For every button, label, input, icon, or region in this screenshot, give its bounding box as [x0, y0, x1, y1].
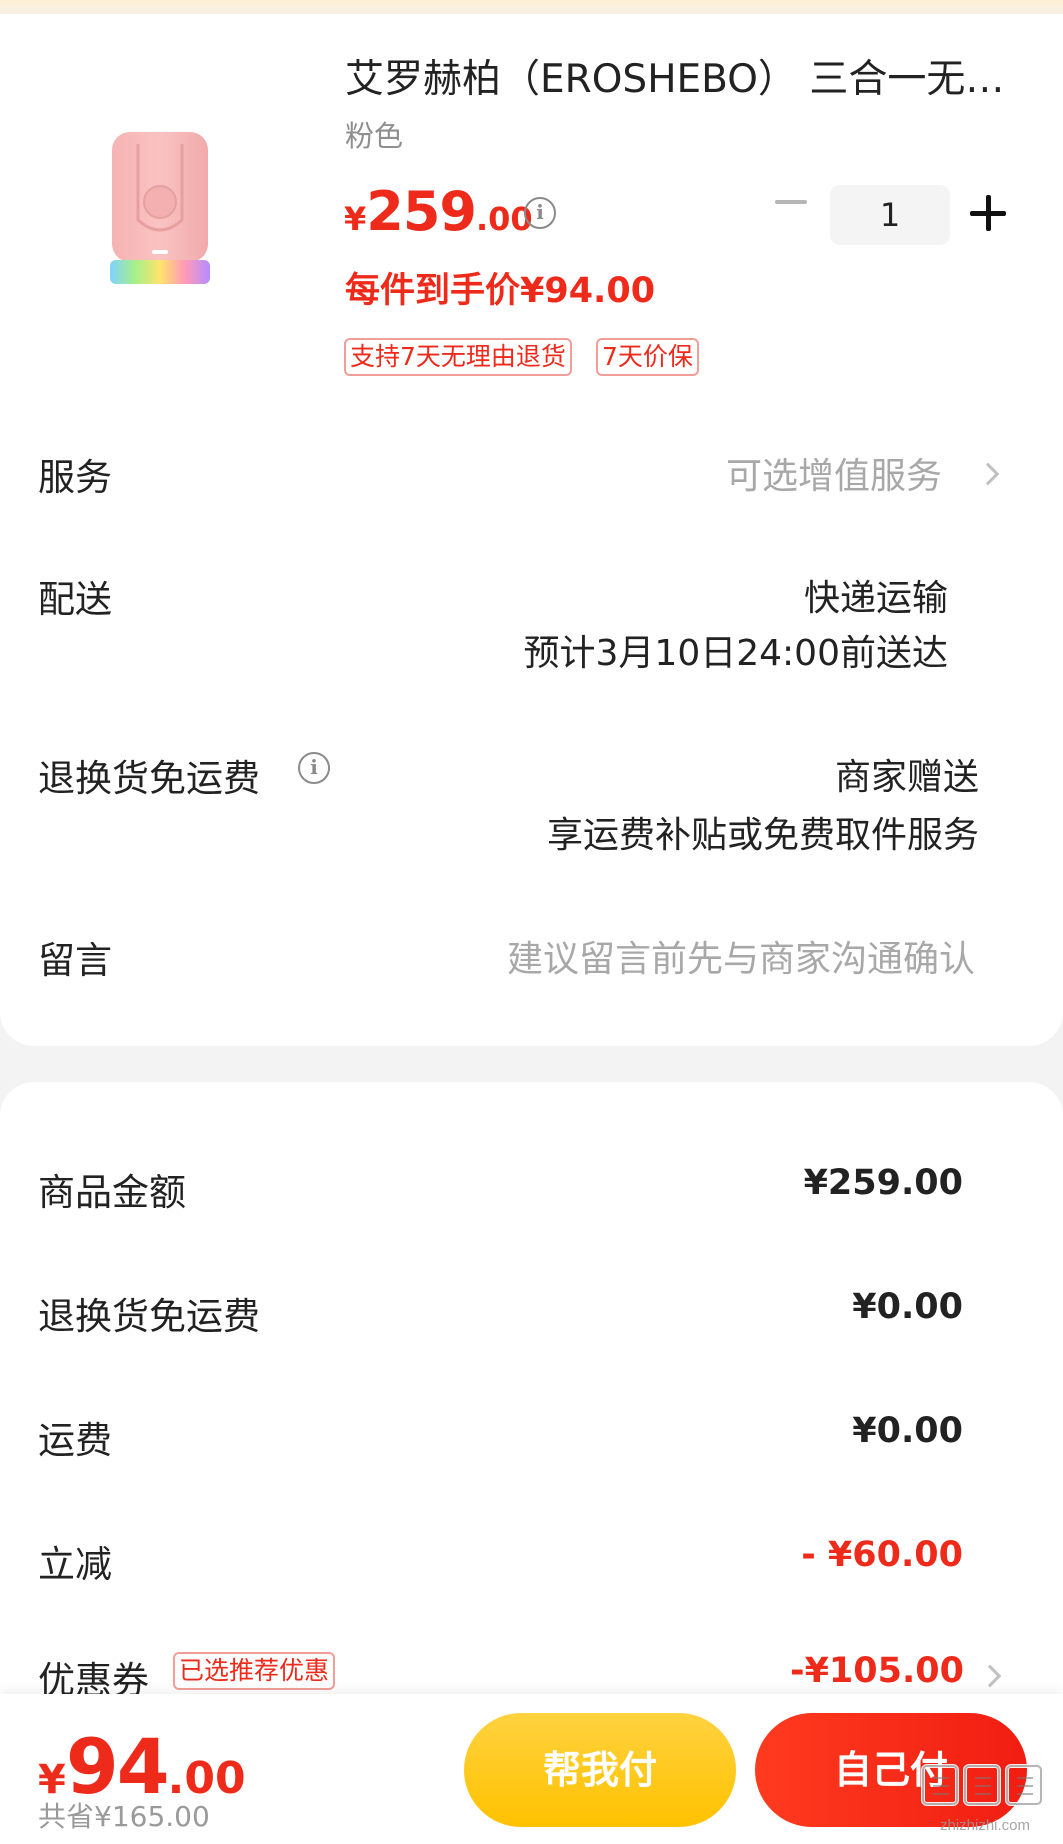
decrease-quantity-button[interactable] [775, 200, 807, 204]
product-image[interactable] [80, 110, 240, 310]
shipping-label: 运费 [38, 1419, 112, 1462]
instant-discount-value: - ¥60.00 [801, 1535, 963, 1575]
quantity-input[interactable]: 1 [830, 185, 950, 245]
return-fee-label: 退换货免运费 [38, 1295, 260, 1338]
delivery-eta: 预计3月10日24:00前送达 [523, 633, 948, 674]
coupon-value[interactable]: -¥105.00 [790, 1651, 964, 1691]
product-title[interactable]: 艾罗赫柏（EROSHEBO） 三合一无… [345, 52, 1005, 108]
delivery-method: 快递运输 [803, 578, 948, 619]
product-variant: 粉色 [345, 119, 404, 153]
goods-amount-label: 商品金额 [38, 1171, 186, 1214]
price-integer: 259 [366, 180, 477, 243]
price-info-icon[interactable]: i [524, 197, 556, 229]
top-gradient-strip [0, 0, 1063, 14]
delivery-label: 配送 [38, 578, 112, 621]
zhizhizhi-watermark-logo: zhizhizhi.com [921, 1764, 1043, 1834]
return-info-icon[interactable]: i [298, 752, 330, 784]
svg-text:zhizhizhi.com: zhizhizhi.com [940, 1817, 1030, 1834]
price-symbol: ¥ [344, 200, 367, 238]
note-input[interactable]: 建议留言前先与商家沟通确认 [507, 930, 975, 982]
note-label: 留言 [38, 939, 112, 982]
goods-amount-value: ¥259.00 [803, 1163, 963, 1203]
unit-final-price: 每件到手价¥94.00 [345, 271, 656, 311]
tag-price-protect: 7天价保 [596, 338, 699, 376]
instant-discount-label: 立减 [38, 1543, 112, 1586]
shipping-value: ¥0.00 [852, 1411, 963, 1451]
return-shipping-desc: 享运费补贴或免费取件服务 [546, 815, 979, 856]
return-shipping-label: 退换货免运费 [38, 757, 260, 800]
increase-quantity-button[interactable] [970, 195, 1006, 231]
help-me-pay-button[interactable]: 帮我付 [464, 1713, 736, 1827]
service-value[interactable]: 可选增值服务 [726, 447, 942, 499]
return-shipping-value: 商家赠送 [834, 757, 979, 798]
coupon-recommended-tag: 已选推荐优惠 [173, 1652, 336, 1690]
saved-amount: 共省¥165.00 [38, 1800, 210, 1833]
product-price: ¥259.00 [344, 180, 533, 243]
service-label: 服务 [38, 456, 112, 499]
tag-7day-return: 支持7天无理由退货 [344, 338, 572, 376]
return-fee-value: ¥0.00 [852, 1287, 963, 1327]
